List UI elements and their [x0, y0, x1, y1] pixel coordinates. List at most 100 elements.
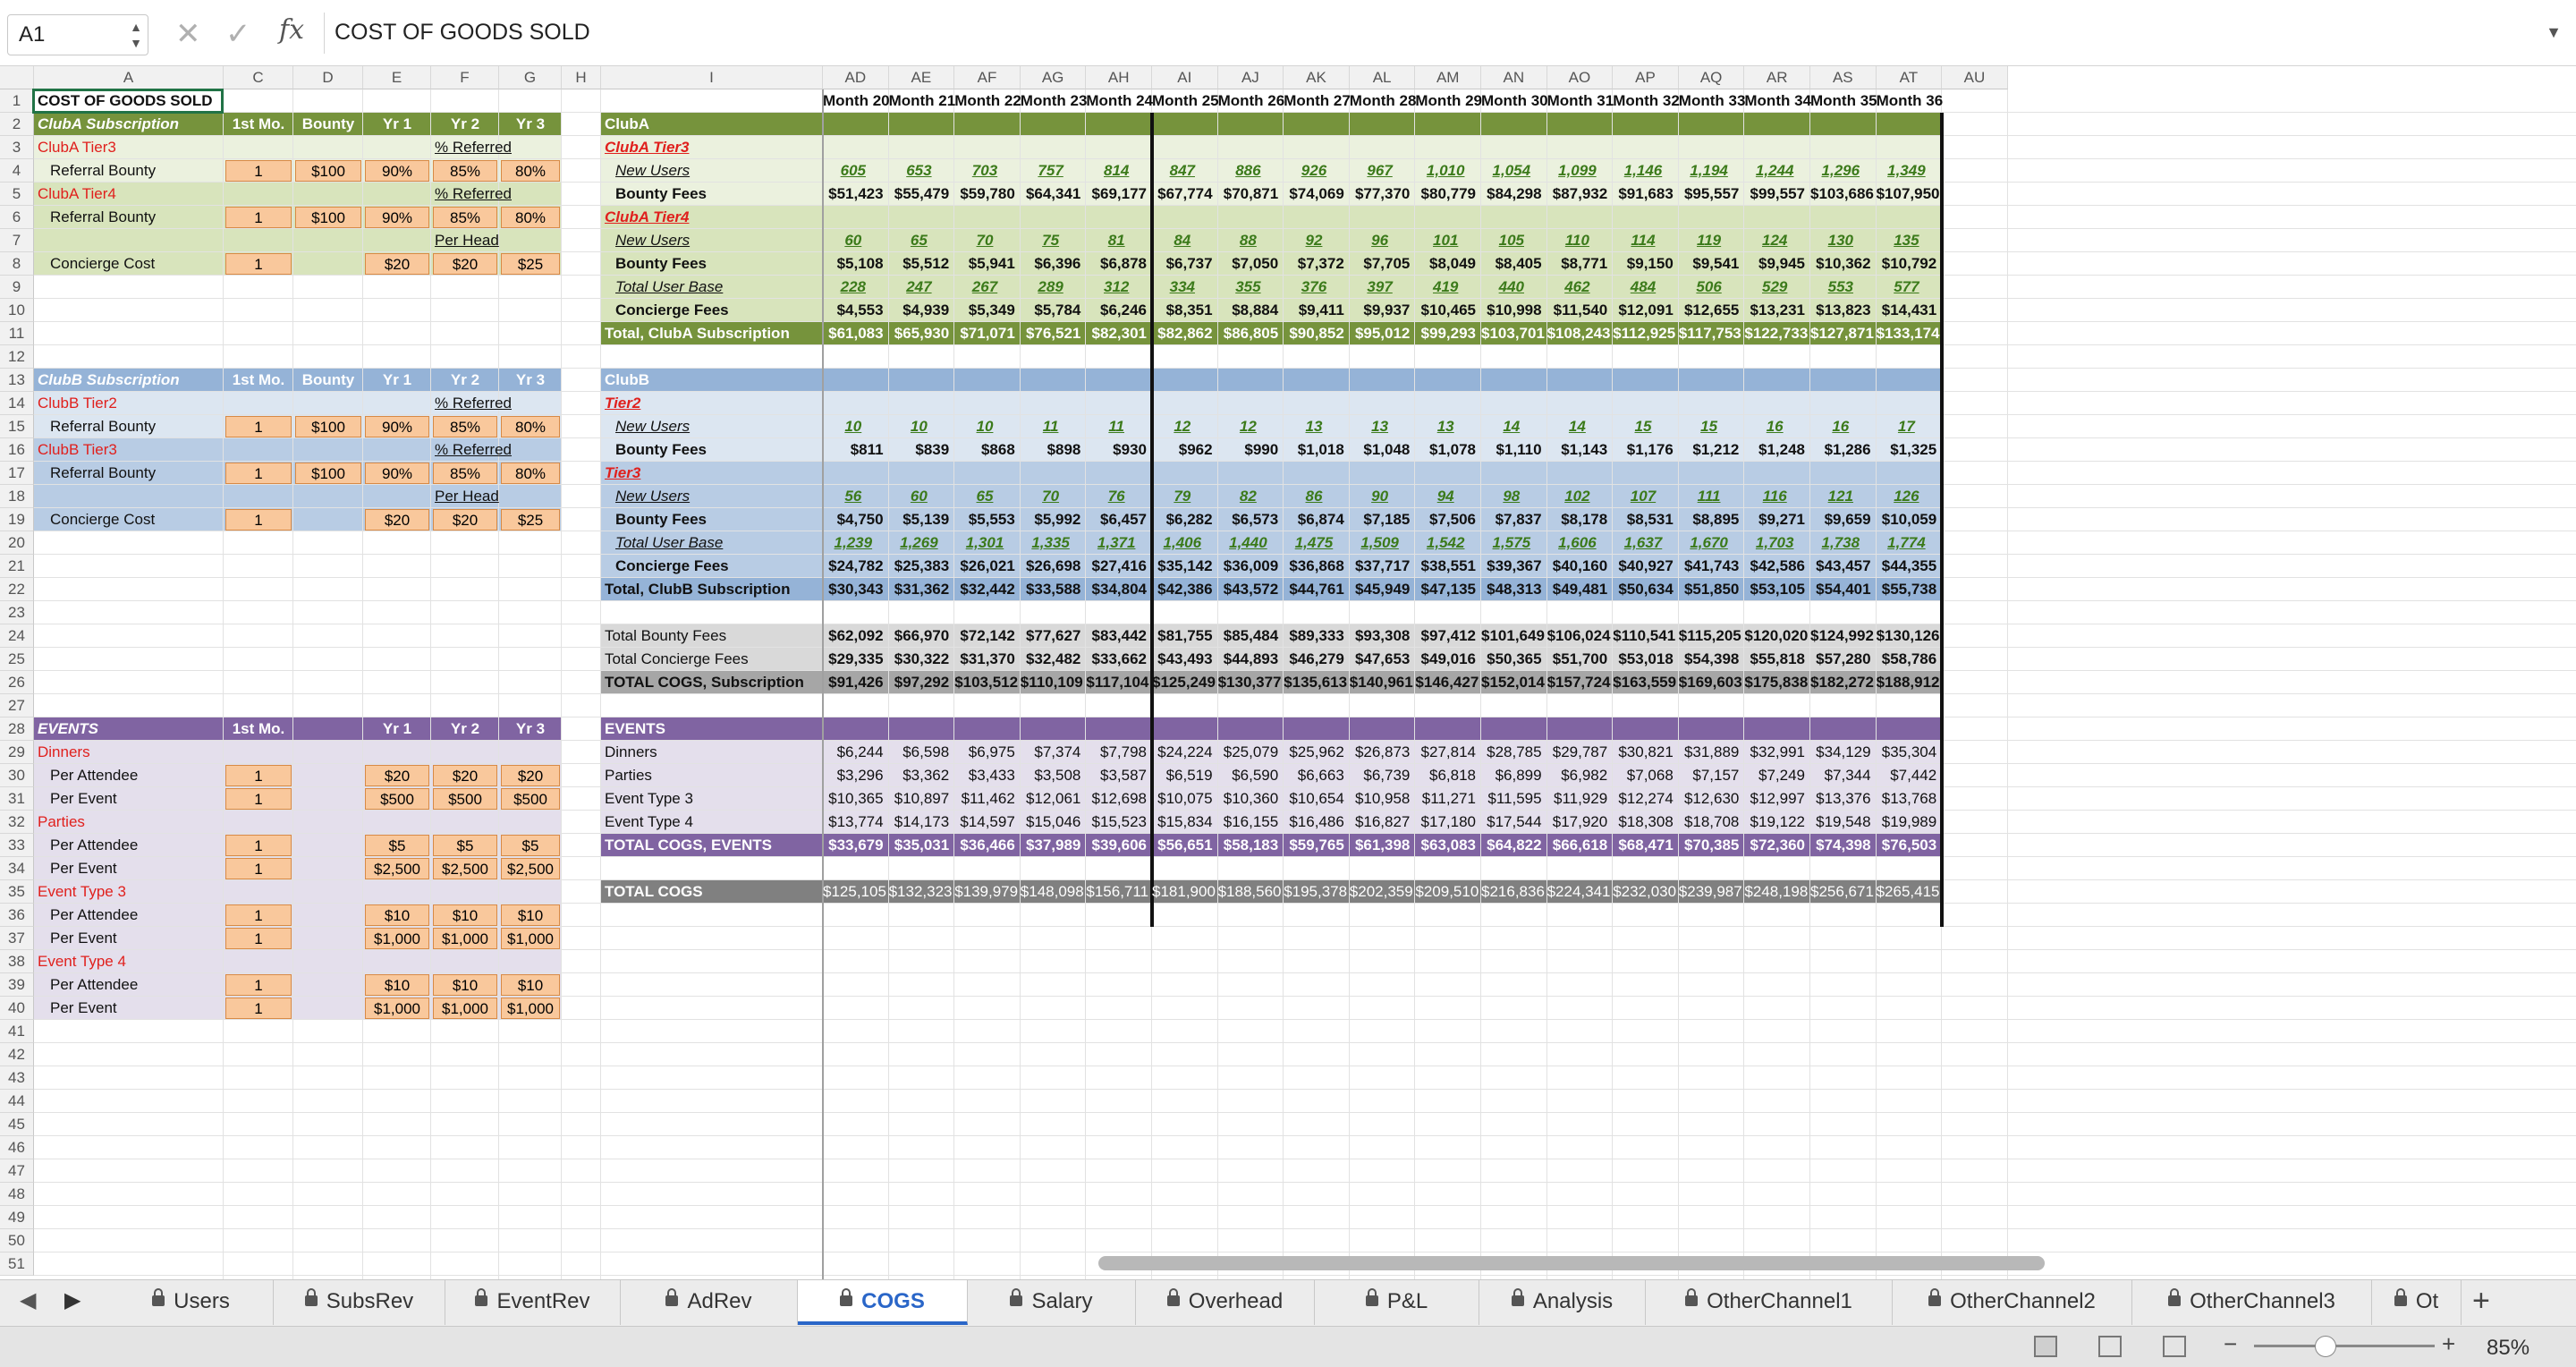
data-cell-r8-m6[interactable]: 88 — [1218, 229, 1284, 252]
row-header-48[interactable]: 48 — [0, 1183, 34, 1206]
row-header-42[interactable]: 42 — [0, 1043, 34, 1066]
data-cell-r20-m5[interactable]: $6,282 — [1152, 508, 1218, 531]
row-header-1[interactable]: 1 — [0, 89, 34, 113]
data-cell-r16-m16[interactable]: 17 — [1877, 415, 1943, 438]
data-cell-r27-m15[interactable]: $182,272 — [1810, 671, 1877, 694]
page-layout-icon[interactable] — [2098, 1336, 2122, 1357]
column-header-ah[interactable]: AH — [1086, 66, 1152, 89]
data-cell-r22-m1[interactable]: $25,383 — [889, 555, 955, 578]
data-cell-r20-m11[interactable]: $8,178 — [1547, 508, 1614, 531]
club-b-input-row3-3[interactable]: $25 — [501, 509, 560, 531]
data-cell-r17-m1[interactable]: $839 — [889, 438, 955, 462]
data-cell-r34-m11[interactable]: $66,618 — [1547, 834, 1614, 857]
data-cell-r34-m12[interactable]: $68,471 — [1613, 834, 1679, 857]
data-cell-r20-m12[interactable]: $8,531 — [1613, 508, 1679, 531]
row-header-6[interactable]: 6 — [0, 206, 34, 229]
data-cell-r20-m8[interactable]: $7,185 — [1350, 508, 1416, 531]
data-cell-r23-m3[interactable]: $33,588 — [1021, 578, 1087, 601]
data-cell-r21-m1[interactable]: 1,269 — [889, 531, 955, 555]
formula-expand-icon[interactable]: ▼ — [2546, 23, 2562, 42]
data-cell-r32-m13[interactable]: $12,630 — [1679, 787, 1745, 811]
column-header-a[interactable]: A — [34, 66, 224, 89]
row-header-11[interactable]: 11 — [0, 322, 34, 345]
data-cell-r27-m16[interactable]: $188,912 — [1877, 671, 1943, 694]
row-header-36[interactable]: 36 — [0, 904, 34, 927]
data-cell-r20-m0[interactable]: $4,750 — [823, 508, 889, 531]
data-cell-r25-m15[interactable]: $124,992 — [1810, 624, 1877, 648]
data-cell-r8-m12[interactable]: 114 — [1613, 229, 1679, 252]
data-cell-r10-m9[interactable]: 419 — [1415, 276, 1481, 299]
data-cell-r20-m10[interactable]: $7,837 — [1481, 508, 1547, 531]
data-cell-r19-m15[interactable]: 121 — [1810, 485, 1877, 508]
data-cell-r22-m7[interactable]: $36,868 — [1284, 555, 1350, 578]
data-cell-r12-m16[interactable]: $133,174 — [1877, 322, 1943, 345]
data-cell-r27-m5[interactable]: $125,249 — [1152, 671, 1218, 694]
data-cell-r22-m8[interactable]: $37,717 — [1350, 555, 1416, 578]
data-cell-r34-m14[interactable]: $72,360 — [1744, 834, 1810, 857]
event-group-3-pe-2[interactable]: $1,000 — [433, 998, 497, 1019]
data-cell-r25-m5[interactable]: $81,755 — [1152, 624, 1218, 648]
data-cell-r27-m8[interactable]: $140,961 — [1350, 671, 1416, 694]
column-header-au[interactable]: AU — [1942, 66, 2008, 89]
club-b-input-row2-1[interactable]: $100 — [295, 463, 361, 484]
data-cell-r17-m6[interactable]: $990 — [1218, 438, 1284, 462]
data-cell-r26-m10[interactable]: $50,365 — [1481, 648, 1547, 671]
data-cell-r23-m16[interactable]: $55,738 — [1877, 578, 1943, 601]
spreadsheet-grid[interactable]: A C D E F G H I AD AE AF AG AH AI AJ AK AL AM AN AO AP AQ AR AS… — [0, 66, 2576, 1279]
data-cell-r34-m3[interactable]: $37,989 — [1021, 834, 1087, 857]
data-cell-r22-m16[interactable]: $44,355 — [1877, 555, 1943, 578]
data-cell-r34-m5[interactable]: $56,651 — [1152, 834, 1218, 857]
row-header-31[interactable]: 31 — [0, 787, 34, 811]
data-cell-r22-m13[interactable]: $41,743 — [1679, 555, 1745, 578]
event-group-0-pe-1[interactable]: $500 — [365, 788, 429, 810]
row-header-49[interactable]: 49 — [0, 1206, 34, 1229]
data-cell-r27-m7[interactable]: $135,613 — [1284, 671, 1350, 694]
data-cell-r30-m0[interactable]: $6,244 — [823, 741, 889, 764]
data-cell-r32-m8[interactable]: $10,958 — [1350, 787, 1416, 811]
data-cell-r36-m16[interactable]: $265,415 — [1877, 880, 1943, 904]
data-cell-r9-m12[interactable]: $9,150 — [1613, 252, 1679, 276]
data-cell-r5-m7[interactable]: 926 — [1284, 159, 1350, 183]
club-a-input-row1-4[interactable]: 80% — [501, 160, 560, 182]
club-a-input-row1-2[interactable]: 90% — [365, 160, 429, 182]
club-a-input-row2-2[interactable]: 90% — [365, 207, 429, 228]
club-b-input-row2-3[interactable]: 85% — [433, 463, 497, 484]
data-cell-r10-m10[interactable]: 440 — [1481, 276, 1547, 299]
club-b-input-row2-0[interactable]: 1 — [225, 463, 292, 484]
data-cell-r21-m5[interactable]: 1,406 — [1152, 531, 1218, 555]
club-b-input-row2-4[interactable]: 80% — [501, 463, 560, 484]
data-cell-r5-m15[interactable]: 1,296 — [1810, 159, 1877, 183]
event-group-2-pe-1[interactable]: $1,000 — [365, 928, 429, 949]
event-group-3-pa-3[interactable]: $10 — [501, 974, 560, 996]
row-header-45[interactable]: 45 — [0, 1113, 34, 1136]
data-cell-r9-m8[interactable]: $7,705 — [1350, 252, 1416, 276]
data-cell-r27-m4[interactable]: $117,104 — [1086, 671, 1152, 694]
data-cell-r8-m13[interactable]: 119 — [1679, 229, 1745, 252]
data-cell-r17-m0[interactable]: $811 — [823, 438, 889, 462]
data-cell-r22-m2[interactable]: $26,021 — [954, 555, 1021, 578]
club-a-input-row2-1[interactable]: $100 — [295, 207, 361, 228]
data-cell-r25-m1[interactable]: $66,970 — [889, 624, 955, 648]
data-cell-r32-m4[interactable]: $12,698 — [1086, 787, 1152, 811]
data-cell-r17-m7[interactable]: $1,018 — [1284, 438, 1350, 462]
data-cell-r19-m8[interactable]: 90 — [1350, 485, 1416, 508]
data-cell-r27-m14[interactable]: $175,838 — [1744, 671, 1810, 694]
data-cell-r19-m4[interactable]: 76 — [1086, 485, 1152, 508]
data-cell-r33-m11[interactable]: $17,920 — [1547, 811, 1614, 834]
data-cell-r11-m10[interactable]: $10,998 — [1481, 299, 1547, 322]
data-cell-r25-m3[interactable]: $77,627 — [1021, 624, 1087, 648]
data-cell-r12-m9[interactable]: $99,293 — [1415, 322, 1481, 345]
data-cell-r26-m15[interactable]: $57,280 — [1810, 648, 1877, 671]
data-cell-r33-m0[interactable]: $13,774 — [823, 811, 889, 834]
data-cell-r26-m16[interactable]: $58,786 — [1877, 648, 1943, 671]
data-cell-r20-m13[interactable]: $8,895 — [1679, 508, 1745, 531]
data-cell-r31-m13[interactable]: $7,157 — [1679, 764, 1745, 787]
data-cell-r20-m9[interactable]: $7,506 — [1415, 508, 1481, 531]
data-cell-r31-m7[interactable]: $6,663 — [1284, 764, 1350, 787]
data-cell-r10-m15[interactable]: 553 — [1810, 276, 1877, 299]
data-cell-r32-m7[interactable]: $10,654 — [1284, 787, 1350, 811]
data-cell-r6-m4[interactable]: $69,177 — [1086, 183, 1152, 206]
data-cell-r30-m2[interactable]: $6,975 — [954, 741, 1021, 764]
row-header-12[interactable]: 12 — [0, 345, 34, 369]
data-cell-r32-m12[interactable]: $12,274 — [1613, 787, 1679, 811]
